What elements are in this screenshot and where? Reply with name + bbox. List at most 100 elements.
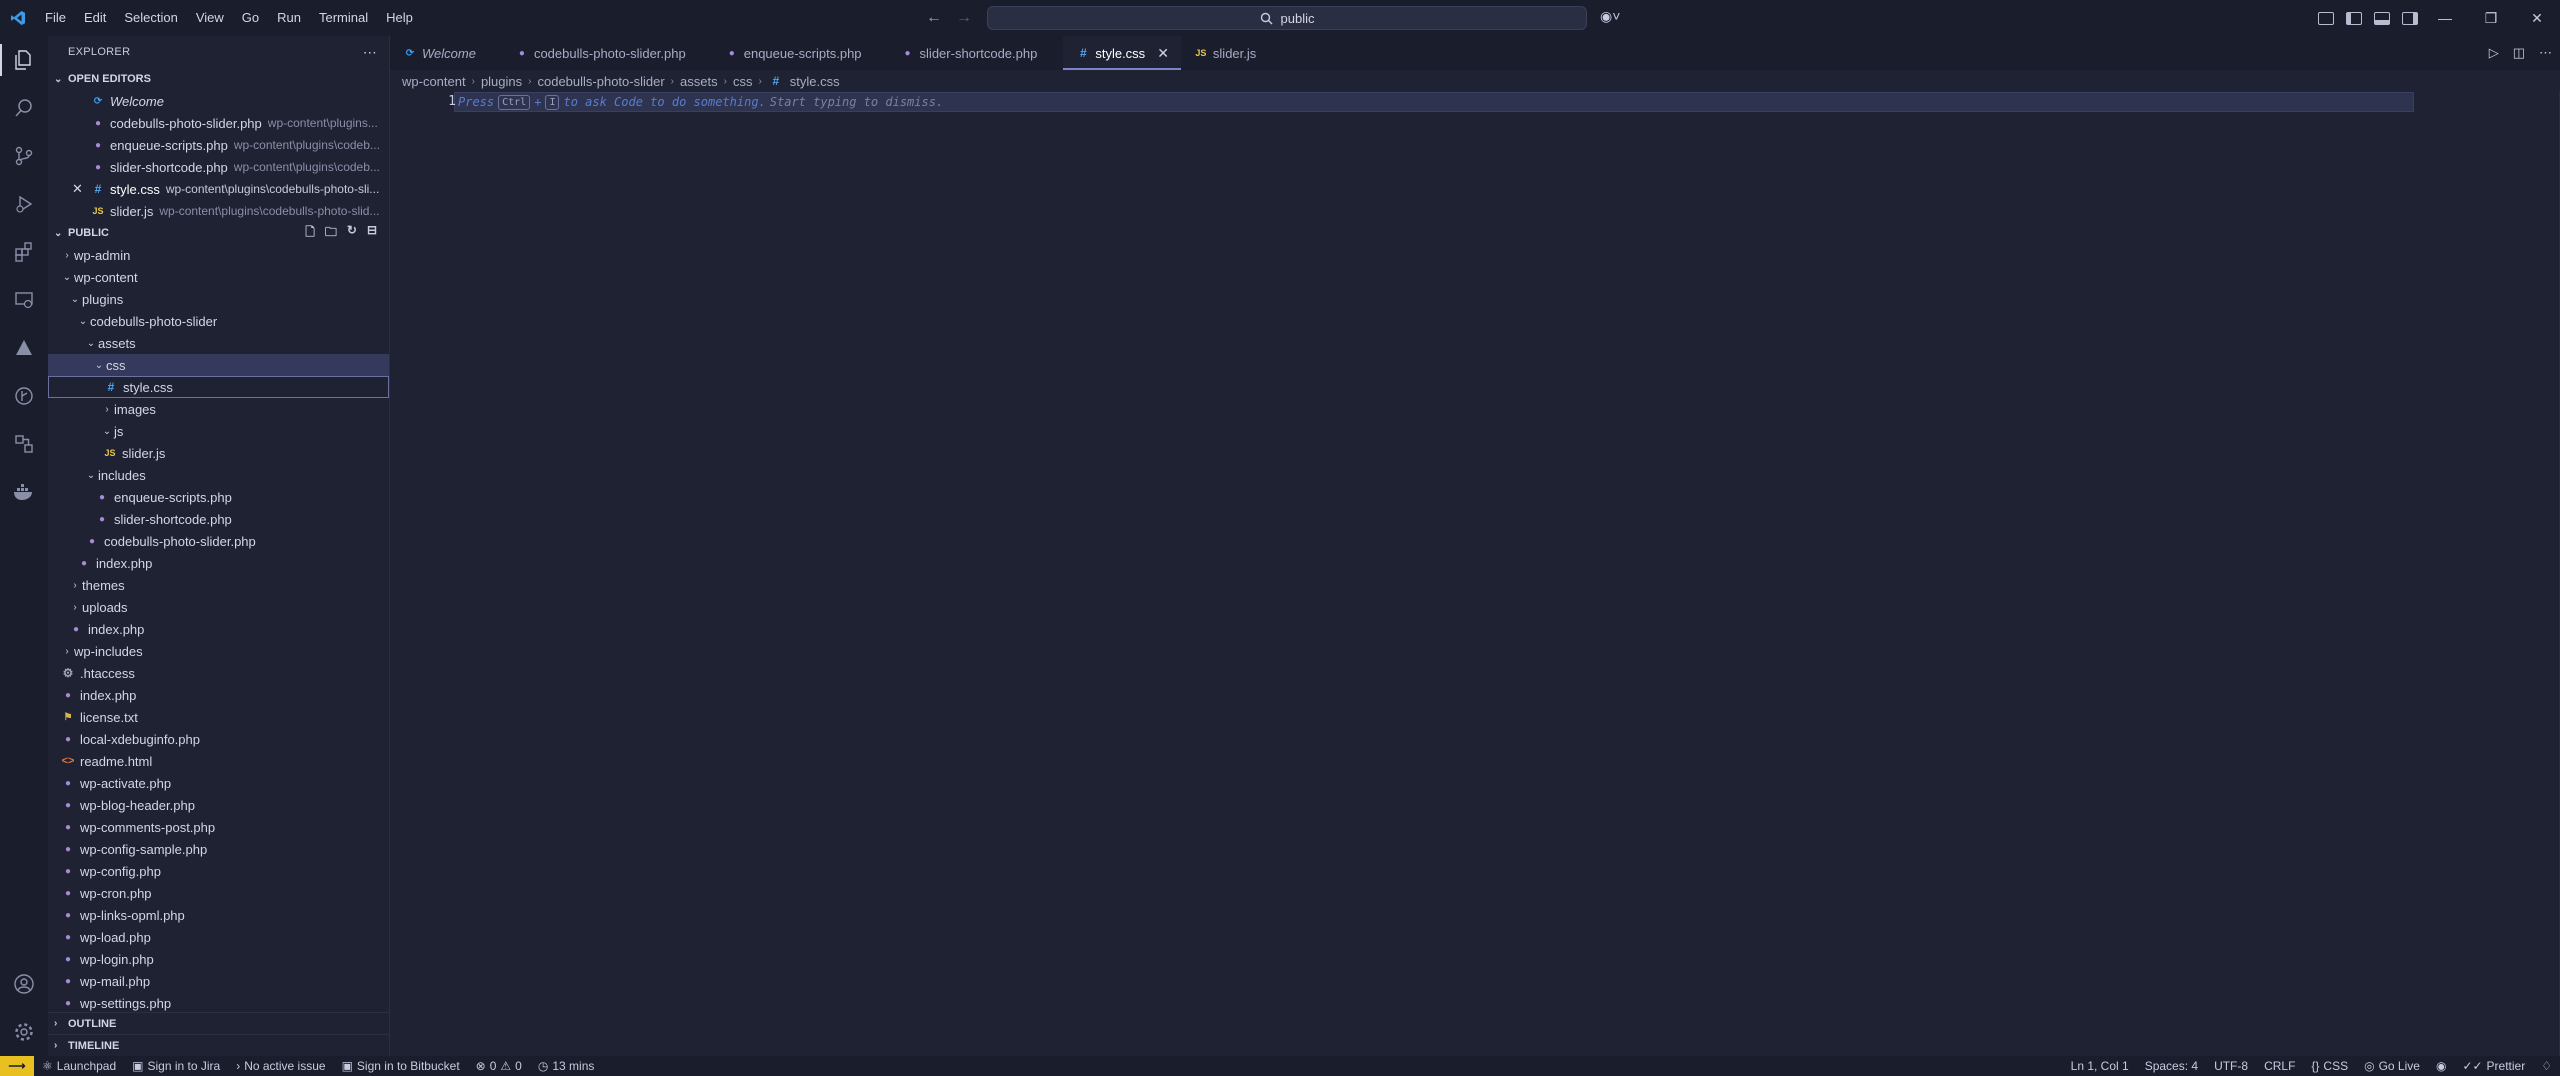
tree-folder-wp-content[interactable]: ⌄ wp-content bbox=[48, 266, 389, 288]
close-editor-icon[interactable]: ✕ bbox=[72, 181, 90, 197]
tab-enqueue-scripts[interactable]: ● enqueue-scripts.php bbox=[698, 36, 874, 70]
search-view-icon[interactable] bbox=[0, 84, 48, 132]
close-window-icon[interactable]: ✕ bbox=[2514, 0, 2560, 36]
tree-file-index-php[interactable]: ● index.php bbox=[48, 684, 389, 706]
tree-folder-wp-includes[interactable]: › wp-includes bbox=[48, 640, 389, 662]
open-editor-item[interactable]: ● enqueue-scripts.php wp-content\plugins… bbox=[48, 134, 389, 156]
open-editor-item[interactable]: JS slider.js wp-content\plugins\codebull… bbox=[48, 200, 389, 222]
open-editor-item[interactable]: ● slider-shortcode.php wp-content\plugin… bbox=[48, 156, 389, 178]
tree-file-wp-comments-post[interactable]: ● wp-comments-post.php bbox=[48, 816, 389, 838]
breadcrumb-item[interactable]: css bbox=[733, 74, 753, 89]
tree-file-readme[interactable]: <> readme.html bbox=[48, 750, 389, 772]
source-control-icon[interactable] bbox=[0, 132, 48, 180]
tree-file-wp-blog-header[interactable]: ● wp-blog-header.php bbox=[48, 794, 389, 816]
account-icon[interactable] bbox=[0, 960, 48, 1008]
tree-file-license[interactable]: ⚑ license.txt bbox=[48, 706, 389, 728]
timeline-header[interactable]: › TIMELINE bbox=[48, 1034, 390, 1056]
open-editors-header[interactable]: ⌄ OPEN EDITORS bbox=[48, 68, 389, 90]
status-encoding[interactable]: UTF-8 bbox=[2206, 1059, 2256, 1073]
tab-welcome[interactable]: ⟳ Welcome bbox=[390, 36, 488, 70]
forward-arrow-icon[interactable]: → bbox=[956, 9, 972, 27]
split-editor-icon[interactable]: ◫ bbox=[2513, 45, 2525, 61]
tree-folder-css[interactable]: ⌄ css bbox=[48, 354, 389, 376]
menu-file[interactable]: File bbox=[36, 0, 75, 36]
tree-file-enqueue-scripts[interactable]: ● enqueue-scripts.php bbox=[48, 486, 389, 508]
back-arrow-icon[interactable]: ← bbox=[926, 9, 942, 27]
tree-file-slider-shortcode[interactable]: ● slider-shortcode.php bbox=[48, 508, 389, 530]
tree-file-slider-js[interactable]: JS slider.js bbox=[48, 442, 389, 464]
status-copilot[interactable]: ◉ bbox=[2428, 1059, 2454, 1073]
new-file-icon[interactable]: 🗋 bbox=[305, 223, 315, 244]
menu-go[interactable]: Go bbox=[233, 0, 268, 36]
remote-explorer-icon[interactable] bbox=[0, 276, 48, 324]
docker-icon[interactable] bbox=[0, 468, 48, 516]
refresh-icon[interactable]: ↻ bbox=[347, 223, 357, 244]
status-spaces[interactable]: Spaces: 4 bbox=[2137, 1059, 2206, 1073]
tree-file-index-php[interactable]: ● index.php bbox=[48, 618, 389, 640]
status-time[interactable]: ◷ 13 mins bbox=[530, 1059, 603, 1073]
tree-file-wp-links-opml[interactable]: ● wp-links-opml.php bbox=[48, 904, 389, 926]
status-language[interactable]: {} CSS bbox=[2303, 1059, 2356, 1073]
new-folder-icon[interactable]: 🗀 bbox=[325, 223, 337, 244]
status-problems[interactable]: ⊗ 0 ⚠ 0 bbox=[468, 1059, 530, 1073]
status-issue[interactable]: › No active issue bbox=[228, 1059, 333, 1073]
menu-edit[interactable]: Edit bbox=[75, 0, 115, 36]
open-editor-item[interactable]: ● codebulls-photo-slider.php wp-content\… bbox=[48, 112, 389, 134]
breadcrumb-item[interactable]: style.css bbox=[790, 74, 840, 89]
tree-file-index-php[interactable]: ● index.php bbox=[48, 552, 389, 574]
close-tab-icon[interactable]: ✕ bbox=[1157, 45, 1169, 62]
tree-file-wp-mail[interactable]: ● wp-mail.php bbox=[48, 970, 389, 992]
atlassian-icon[interactable] bbox=[0, 324, 48, 372]
tree-file-wp-config[interactable]: ● wp-config.php bbox=[48, 860, 389, 882]
tree-file-wp-config-sample[interactable]: ● wp-config-sample.php bbox=[48, 838, 389, 860]
tree-folder-uploads[interactable]: › uploads bbox=[48, 596, 389, 618]
tree-file-wp-cron[interactable]: ● wp-cron.php bbox=[48, 882, 389, 904]
notifications-bell-icon[interactable]: ♢ bbox=[2533, 1059, 2560, 1073]
outline-header[interactable]: › OUTLINE bbox=[48, 1012, 390, 1034]
status-jira[interactable]: ▣ Sign in to Jira bbox=[124, 1059, 228, 1073]
tree-folder-js[interactable]: ⌄ js bbox=[48, 420, 389, 442]
status-eol[interactable]: CRLF bbox=[2256, 1059, 2303, 1073]
run-icon[interactable]: ▷ bbox=[2489, 45, 2499, 61]
more-actions-icon[interactable]: ⋯ bbox=[2539, 45, 2552, 61]
menu-view[interactable]: View bbox=[187, 0, 233, 36]
breadcrumb-item[interactable]: assets bbox=[680, 74, 718, 89]
command-center-search[interactable]: public bbox=[987, 6, 1587, 30]
containers-icon[interactable] bbox=[0, 420, 48, 468]
customize-layout-icon[interactable] bbox=[2318, 11, 2334, 25]
status-position[interactable]: Ln 1, Col 1 bbox=[2063, 1059, 2137, 1073]
minimize-icon[interactable]: — bbox=[2422, 0, 2468, 36]
public-folder-header[interactable]: ⌄ PUBLIC 🗋 🗀 ↻ ⊟ bbox=[48, 222, 389, 244]
tree-file-htaccess[interactable]: ⚙ .htaccess bbox=[48, 662, 389, 684]
tree-file-wp-settings[interactable]: ● wp-settings.php bbox=[48, 992, 389, 1014]
tree-folder-images[interactable]: › images bbox=[48, 398, 389, 420]
tree-file-wp-load[interactable]: ● wp-load.php bbox=[48, 926, 389, 948]
tree-file-codebulls-photo-slider[interactable]: ● codebulls-photo-slider.php bbox=[48, 530, 389, 552]
extensions-icon[interactable] bbox=[0, 228, 48, 276]
copilot-icon[interactable]: ◉˅ bbox=[1600, 8, 1620, 25]
explorer-icon[interactable] bbox=[0, 36, 48, 84]
menu-terminal[interactable]: Terminal bbox=[310, 0, 377, 36]
tree-folder-themes[interactable]: › themes bbox=[48, 574, 389, 596]
more-actions-icon[interactable]: ⋯ bbox=[363, 44, 377, 61]
collapse-all-icon[interactable]: ⊟ bbox=[367, 223, 377, 244]
tab-codebulls-photo-slider[interactable]: ● codebulls-photo-slider.php bbox=[488, 36, 698, 70]
toggle-primary-sidebar-icon[interactable] bbox=[2346, 11, 2362, 25]
menu-run[interactable]: Run bbox=[268, 0, 310, 36]
run-debug-icon[interactable] bbox=[0, 180, 48, 228]
tree-file-wp-activate[interactable]: ● wp-activate.php bbox=[48, 772, 389, 794]
menu-selection[interactable]: Selection bbox=[115, 0, 186, 36]
breadcrumb-item[interactable]: codebulls-photo-slider bbox=[537, 74, 664, 89]
tree-folder-assets[interactable]: ⌄ assets bbox=[48, 332, 389, 354]
toggle-panel-icon[interactable] bbox=[2374, 11, 2390, 25]
open-editor-item-active[interactable]: ✕ # style.css wp-content\plugins\codebul… bbox=[48, 178, 389, 200]
status-launchpad[interactable]: ⚛ Launchpad bbox=[34, 1059, 124, 1073]
tree-folder-plugins[interactable]: ⌄ plugins bbox=[48, 288, 389, 310]
tree-folder-codebulls-photo-slider[interactable]: ⌄ codebulls-photo-slider bbox=[48, 310, 389, 332]
tree-folder-wp-admin[interactable]: › wp-admin bbox=[48, 244, 389, 266]
tab-slider-shortcode[interactable]: ● slider-shortcode.php bbox=[874, 36, 1050, 70]
tab-slider-js[interactable]: JS slider.js bbox=[1181, 36, 1268, 70]
remote-indicator-icon[interactable]: ⟶ bbox=[0, 1056, 34, 1076]
tab-style-css[interactable]: # style.css ✕ bbox=[1063, 36, 1181, 70]
menu-help[interactable]: Help bbox=[377, 0, 422, 36]
